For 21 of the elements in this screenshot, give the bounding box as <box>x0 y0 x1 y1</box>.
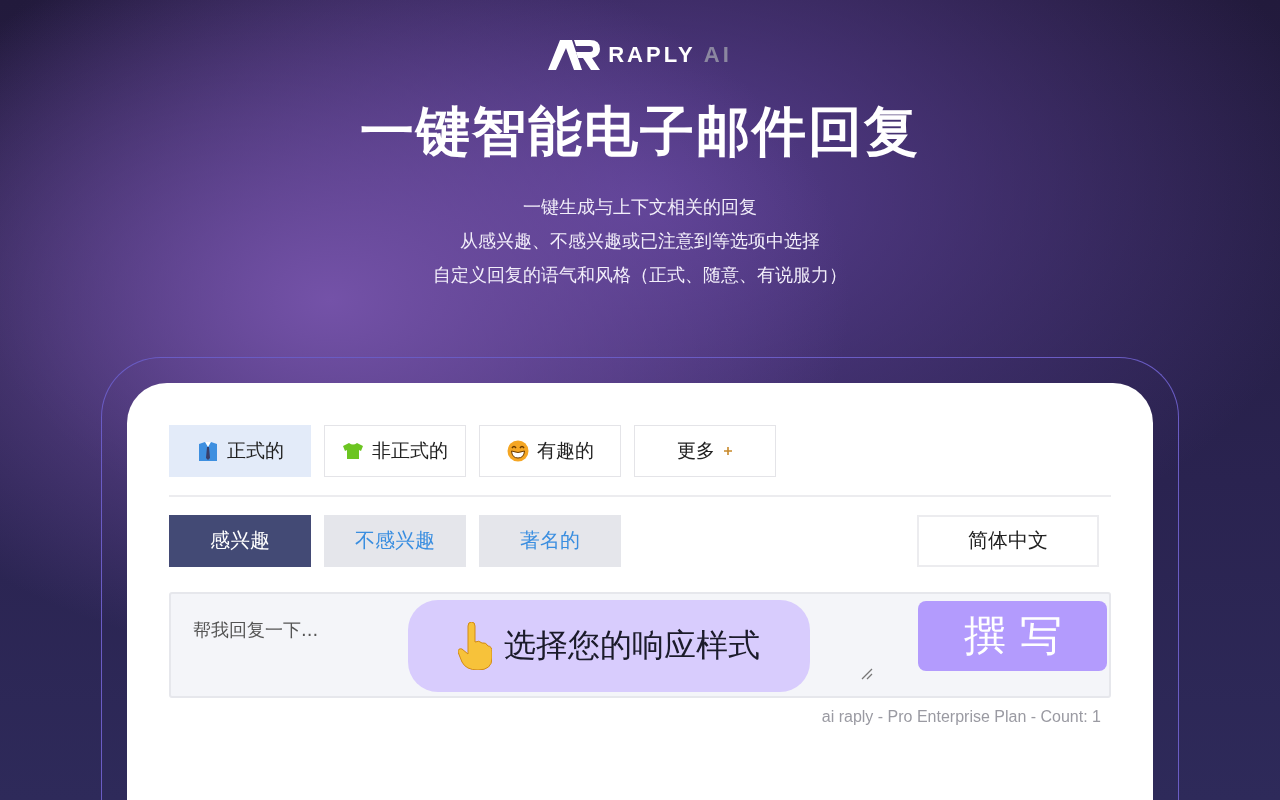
plus-icon <box>723 445 733 456</box>
logo-text: RAPLY <box>608 42 696 68</box>
plan-status-text: ai raply - Pro Enterprise Plan - Count: 1 <box>821 707 1101 726</box>
feature-line: 一键生成与上下文相关的回复 <box>523 194 757 219</box>
feature-line: 从感兴趣、不感兴趣或已注意到等选项中选择 <box>460 228 820 253</box>
shirt-tie-icon <box>196 439 219 462</box>
intent-tab[interactable]: 感兴趣 <box>169 514 311 567</box>
tone-tab[interactable]: 非正式的 <box>324 424 466 477</box>
headline: 一键智能电子邮件回复 <box>360 100 920 165</box>
logo-mark-icon <box>548 40 601 70</box>
logo-suffix: AI <box>703 42 732 68</box>
language-select[interactable]: 简体中文 <box>917 514 1099 567</box>
grinning-face-icon <box>506 439 529 462</box>
tone-tab[interactable]: 更多 <box>634 424 776 477</box>
tone-tab[interactable]: 正式的 <box>169 424 311 477</box>
tone-tab[interactable]: 有趣的 <box>479 424 621 477</box>
tooltip-bubble: 选择您的响应样式 <box>408 599 810 692</box>
pointing-hand-icon <box>458 621 492 670</box>
t-shirt-icon <box>342 441 364 460</box>
reply-field[interactable]: 帮我回复一下... 选择您的响应样式 撰写 <box>169 591 1111 698</box>
feature-line: 自定义回复的语气和风格（正式、随意、有说服力） <box>433 262 847 287</box>
